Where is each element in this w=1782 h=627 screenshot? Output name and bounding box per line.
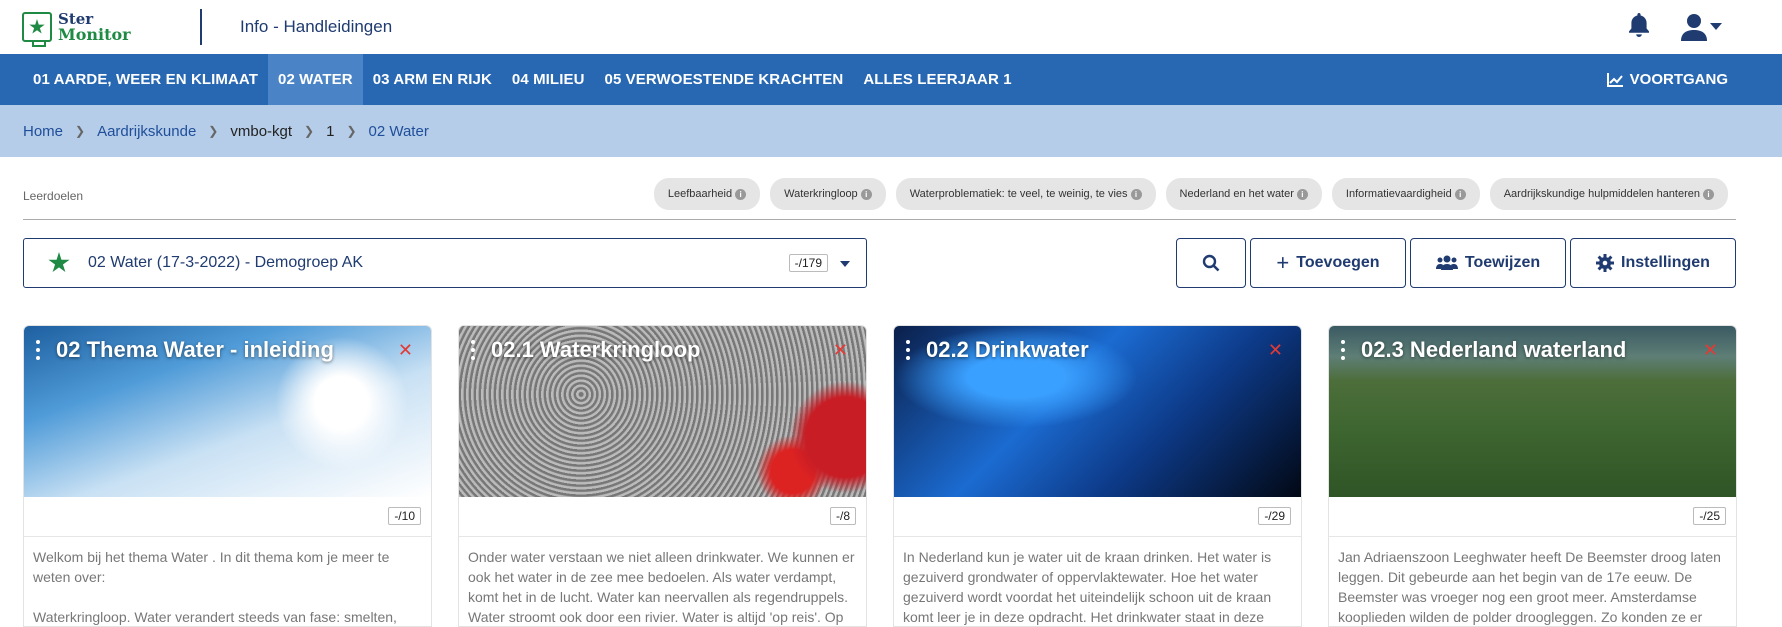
logo[interactable]: Ster Monitor [22,7,178,47]
info-icon: i [1703,188,1714,200]
goal-tag[interactable]: Leefbaarheid i [653,178,761,210]
page-title: Info - Handleidingen [240,17,393,36]
user-menu[interactable] [1681,13,1722,41]
kebab-menu-icon[interactable] [1341,340,1345,360]
user-icon [1681,14,1707,41]
crumb-aardrijkskunde[interactable]: Aardrijkskunde [97,123,196,140]
close-icon[interactable]: ✕ [833,340,848,361]
info-icon: i [735,188,747,200]
main-nav: 01 AARDE, WEER EN KLIMAAT 02 WATER 03 AR… [0,54,1782,105]
card-title: 02.1 Waterkringloop [491,337,701,362]
lesson-card[interactable]: 02.3 Nederland waterland ✕ -/25 Jan Adri… [1328,325,1737,627]
goal-tag[interactable]: Informatievaardigheid i [1331,178,1480,210]
settings-button[interactable]: Instellingen [1570,238,1736,288]
logo-line2: Monitor [58,25,131,44]
plus-icon: + [1276,250,1290,275]
card-description: Onder water verstaan we niet alleen drin… [468,549,855,625]
selector-label: 02 Water (17-3-2022) - Demogroep AK [88,254,364,271]
crumb-level: vmbo-kgt [230,122,293,140]
card-grid: 02 Thema Water - inleiding ✕ -/10 Welkom… [23,325,1737,627]
info-icon: i [1454,188,1466,200]
count-badge: -/25 [1693,507,1726,525]
top-bar: Ster Monitor Info - Handleidingen [0,0,1782,54]
nav-item-water[interactable]: 02 WATER [268,54,363,105]
users-icon [1435,255,1458,270]
nav-item-aarde[interactable]: 01 AARDE, WEER EN KLIMAAT [23,54,268,105]
goal-tag[interactable]: Waterproblematiek: te veel, te weinig, t… [895,178,1156,210]
crumb-home[interactable]: Home [23,123,63,140]
card-title: 02.3 Nederland waterland [1361,337,1627,362]
card-title: 02.2 Drinkwater [926,337,1089,362]
info-icon: i [860,188,872,200]
learning-goals: Leerdoelen Leefbaarheid i Waterkringloop i… [23,178,1736,220]
card-title: 02 Thema Water - inleiding [56,337,334,362]
chevron-right-icon: ❯ [75,124,86,138]
caret-down-icon [1710,23,1722,30]
nav-item-arm-rijk[interactable]: 03 ARM EN RIJK [363,54,502,105]
progress-label: VOORTGANG [1629,71,1728,88]
nav-item-verwoestende[interactable]: 05 VERWOESTENDE KRACHTEN [595,54,854,105]
card-image: 02 Thema Water - inleiding ✕ [24,326,431,497]
nav-item-alles[interactable]: ALLES LEERJAAR 1 [853,54,1021,105]
caret-down-icon [840,261,850,267]
star-icon [48,252,70,273]
card-image: 02.3 Nederland waterland ✕ [1329,326,1736,497]
count-badge: -/29 [1258,507,1291,525]
chevron-right-icon: ❯ [346,124,357,138]
search-button[interactable] [1176,238,1246,288]
breadcrumb: Home ❯ Aardrijkskunde ❯ vmbo-kgt ❯ 1 ❯ 0… [0,105,1782,157]
goal-tag[interactable]: Waterkringloop i [770,178,886,210]
group-selector[interactable]: 02 Water (17-3-2022) - Demogroep AK -/17… [23,238,867,288]
bell-icon[interactable] [1627,12,1651,42]
close-icon[interactable]: ✕ [1268,340,1283,361]
card-description: In Nederland kun je water uit de kraan d… [903,549,1272,625]
crumb-year: 1 [326,122,335,140]
goal-tag[interactable]: Aardrijkskundige hulpmiddelen hanteren i [1489,178,1728,210]
close-icon[interactable]: ✕ [398,340,413,361]
goal-tag[interactable]: Nederland en het water i [1165,178,1322,210]
count-badge: -/10 [388,507,421,525]
count-badge: -/8 [829,507,856,525]
search-icon [1202,254,1220,272]
card-image: 02.1 Waterkringloop ✕ [459,326,866,497]
header-divider [200,9,202,45]
progress-link[interactable]: VOORTGANG [1606,54,1728,105]
card-image: 02.2 Drinkwater ✕ [894,326,1301,497]
info-icon: i [1296,188,1308,200]
lesson-card[interactable]: 02.2 Drinkwater ✕ -/29 In Nederland kun … [893,325,1302,627]
gear-icon [1596,254,1615,272]
kebab-menu-icon[interactable] [36,340,40,360]
kebab-menu-icon[interactable] [906,340,910,360]
close-icon[interactable]: ✕ [1703,340,1718,361]
card-description: Jan Adriaenszoon Leeghwater heeft De Bee… [1338,549,1721,625]
kebab-menu-icon[interactable] [471,340,475,360]
lesson-card[interactable]: 02 Thema Water - inleiding ✕ -/10 Welkom… [23,325,432,627]
line-chart-icon [1606,72,1623,87]
card-description: Welkom bij het thema Water . In dit them… [33,549,397,625]
chevron-right-icon: ❯ [304,124,315,138]
assign-button[interactable]: Toewijzen [1410,238,1566,288]
action-buttons: + Toevoegen Toewijzen Instellingen [1176,238,1736,288]
lesson-card[interactable]: 02.1 Waterkringloop ✕ -/8 Onder water ve… [458,325,867,627]
monitor-star-icon [22,12,52,47]
goals-label: Leerdoelen [23,189,84,203]
count-badge: -/179 [788,254,828,272]
add-button[interactable]: + Toevoegen [1250,238,1406,288]
crumb-current[interactable]: 02 Water [369,123,429,140]
chevron-right-icon: ❯ [208,124,219,138]
info-icon: i [1130,188,1142,200]
nav-item-milieu[interactable]: 04 MILIEU [502,54,595,105]
